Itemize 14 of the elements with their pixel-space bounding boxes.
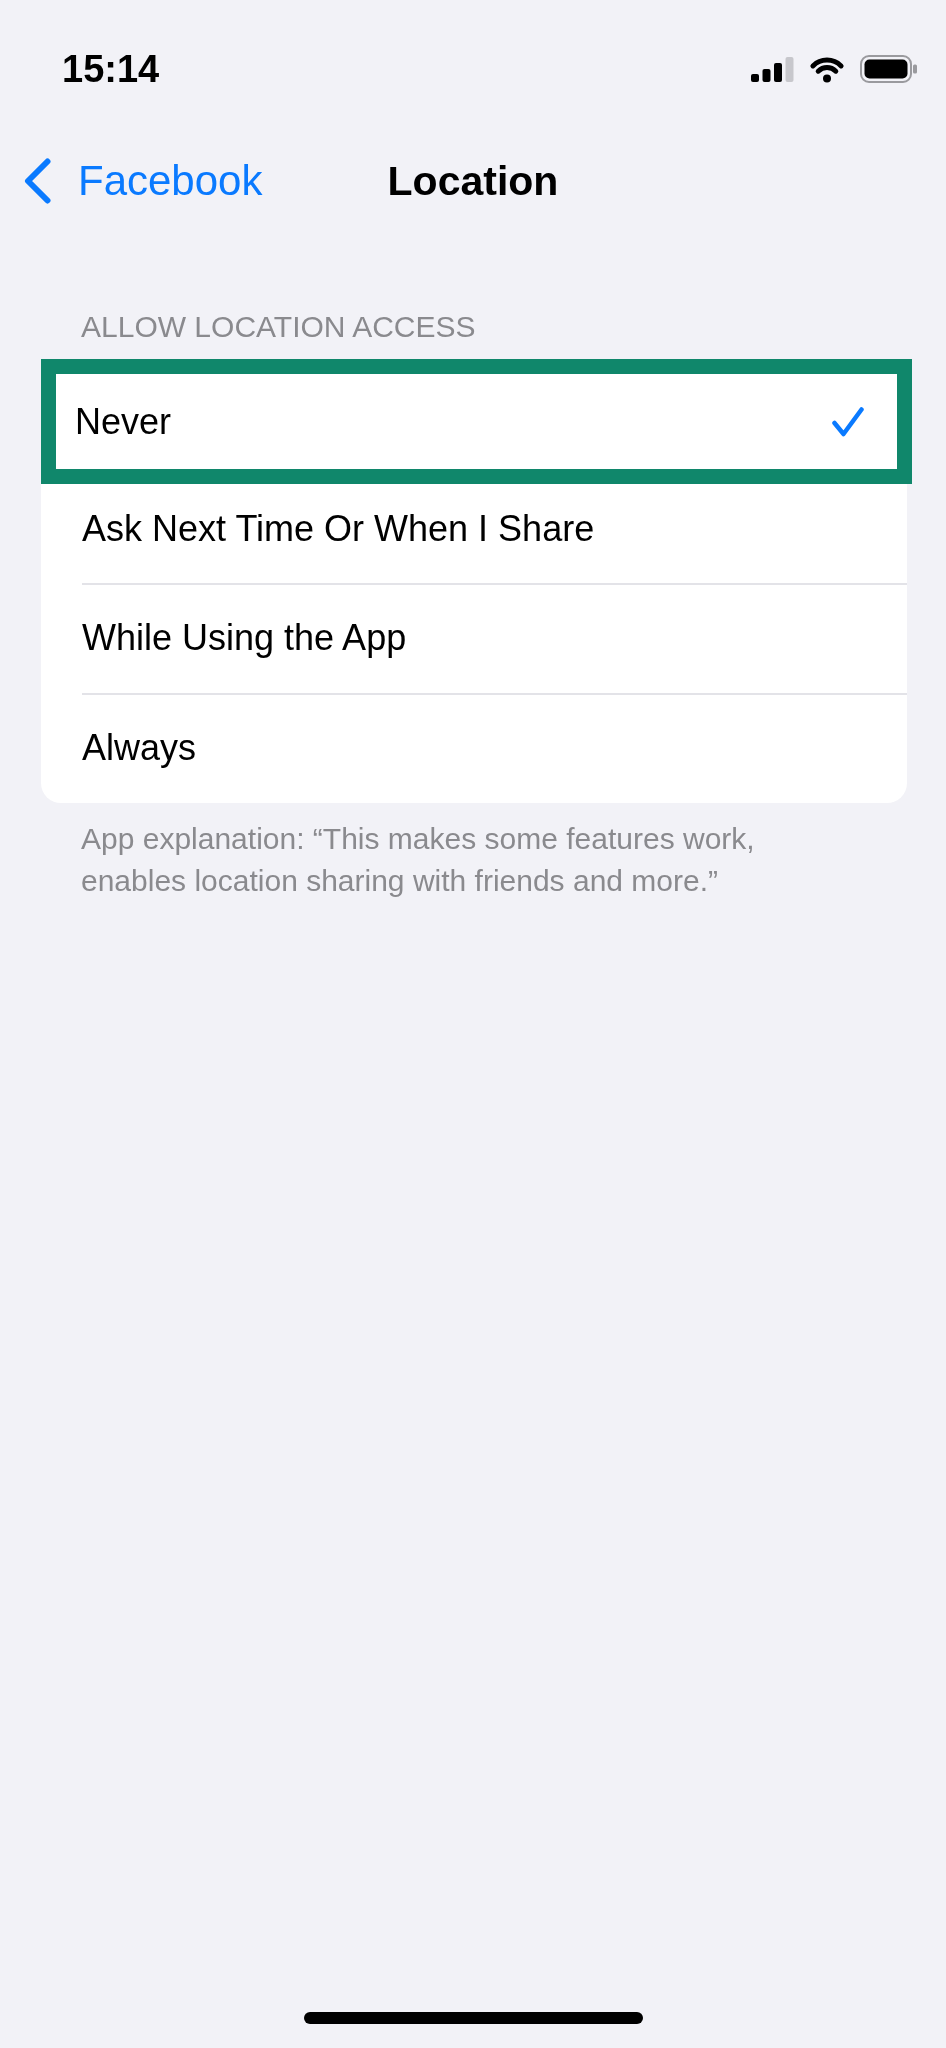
battery-icon	[860, 55, 917, 83]
footer-note: App explanation: “This makes some features work, enables location sharing with friends and more.”	[81, 821, 756, 899]
location-option[interactable]: Ask Next Time Or When I Share	[41, 484, 907, 583]
status-time: 15:14	[62, 50, 160, 88]
location-option[interactable]: Never	[41, 359, 912, 484]
section-header: ALLOW LOCATION ACCESS	[81, 309, 476, 345]
screen-title: Location	[387, 157, 559, 205]
wifi-icon	[809, 55, 845, 83]
chevron-left-icon	[24, 158, 51, 204]
location-option[interactable]: While Using the App	[41, 583, 907, 693]
back-button[interactable]: Facebook	[24, 157, 263, 205]
location-option[interactable]: Always	[41, 693, 907, 803]
signal-bars-icon	[751, 56, 794, 82]
checkmark-icon	[832, 406, 864, 437]
